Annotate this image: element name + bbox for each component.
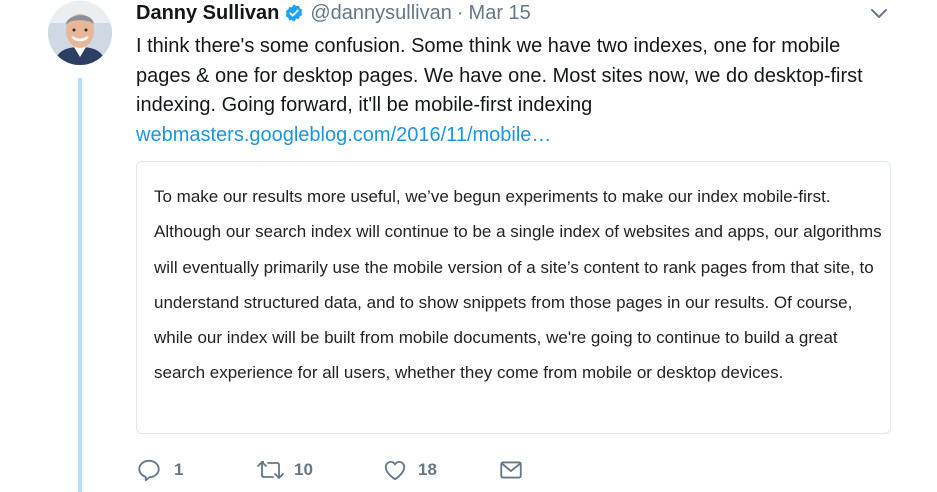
- author-handle[interactable]: @dannysullivan: [310, 2, 452, 25]
- separator: ·: [456, 1, 464, 24]
- tweet-date[interactable]: Mar 15: [469, 2, 531, 25]
- tweet-body: I think there's some confusion. Some thi…: [136, 35, 863, 116]
- avatar-image: [48, 1, 112, 65]
- mail-icon: [498, 457, 524, 483]
- reply-button[interactable]: 1: [136, 455, 183, 485]
- retweet-count: 10: [294, 460, 313, 479]
- retweet-button[interactable]: 10: [256, 455, 313, 485]
- author-name[interactable]: Danny Sullivan: [136, 2, 279, 25]
- direct-message-button[interactable]: [498, 455, 524, 485]
- reply-count: 1: [174, 460, 184, 479]
- chevron-down-icon[interactable]: [868, 4, 890, 22]
- quote-text: To make our results more useful, we’ve b…: [154, 187, 882, 383]
- thread-line: [78, 78, 82, 492]
- avatar[interactable]: [48, 1, 112, 65]
- retweet-icon: [256, 457, 286, 483]
- like-count: 18: [418, 460, 437, 479]
- like-button[interactable]: 18: [382, 455, 437, 485]
- link-preview-card[interactable]: To make our results more useful, we’ve b…: [136, 161, 891, 434]
- tweet-header: Danny Sullivan @dannysullivan · Mar 15: [136, 0, 531, 26]
- reply-icon: [136, 457, 162, 483]
- verified-badge-icon: [284, 3, 304, 23]
- like-icon: [382, 457, 408, 483]
- tweet-text: I think there's some confusion. Some thi…: [136, 32, 896, 150]
- tweet-link[interactable]: webmasters.googleblog.com/2016/11/mobile…: [136, 121, 896, 151]
